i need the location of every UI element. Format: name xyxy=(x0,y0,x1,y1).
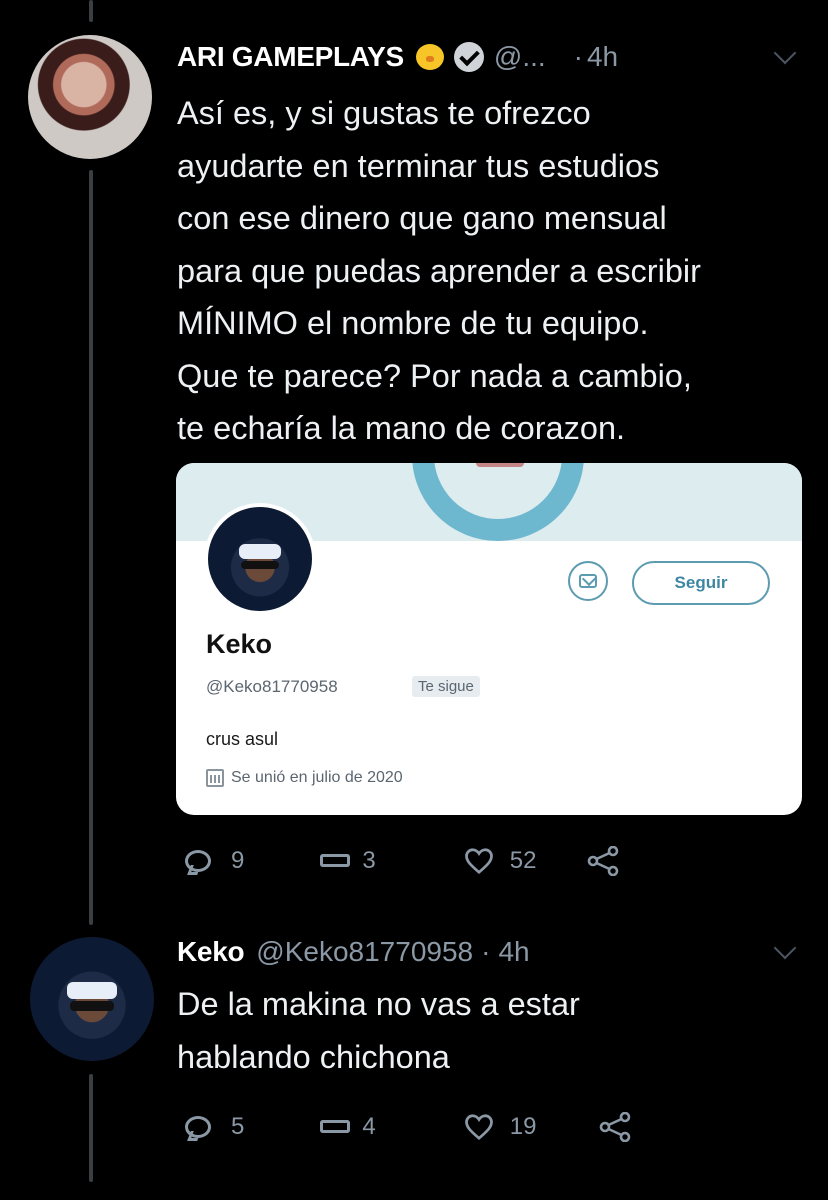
heart-icon xyxy=(464,847,494,875)
text-line: ayudarte en terminar tus estudios xyxy=(177,147,660,184)
like-action[interactable]: 52 xyxy=(464,847,537,875)
profile-handle: @Keko81770958 xyxy=(206,677,338,696)
tweet-time[interactable]: 4h xyxy=(498,936,529,968)
reply-icon xyxy=(185,1116,211,1138)
tweet2-text: De la makina no vas a estar hablando chi… xyxy=(177,978,580,1083)
profile-bio: crus asul xyxy=(206,729,279,749)
avatar-keko[interactable] xyxy=(30,937,154,1061)
reply-count: 9 xyxy=(231,847,245,874)
heart-icon xyxy=(464,1113,494,1141)
separator-dot: · xyxy=(481,936,491,967)
separator-dot: · xyxy=(573,41,583,72)
calendar-icon xyxy=(206,769,224,787)
retweet-action[interactable]: 4 xyxy=(320,1113,376,1141)
envelope-icon xyxy=(579,574,597,588)
message-button[interactable] xyxy=(568,561,608,601)
text-line: hablando chichona xyxy=(177,1038,450,1075)
tweet2-header: Keko @Keko81770958 · 4h xyxy=(177,936,530,968)
tweet2-actions: 5 4 19 xyxy=(185,1112,632,1142)
retweet-count: 3 xyxy=(362,847,376,874)
joined-text: Se unió en julio de 2020 xyxy=(231,769,403,786)
tweet-time[interactable]: 4h xyxy=(587,41,618,73)
profile-name: Keko xyxy=(206,629,273,659)
author-name[interactable]: Keko xyxy=(177,936,245,968)
tweet1-text: Así es, y si gustas te ofrezco ayudarte … xyxy=(177,87,701,455)
retweet-count: 4 xyxy=(362,1113,376,1140)
embedded-profile-card[interactable]: Seguir Keko @Keko81770958 Te sigue crus … xyxy=(176,463,802,815)
thread-line-middle xyxy=(89,170,93,925)
like-action[interactable]: 19 xyxy=(464,1113,537,1141)
like-count: 52 xyxy=(509,847,537,874)
share-icon xyxy=(598,1112,632,1142)
text-line: De la makina no vas a estar xyxy=(177,986,580,1022)
author-handle[interactable]: @Keko81770958 xyxy=(256,936,473,968)
thread-line-top xyxy=(89,0,93,22)
chick-emoji-icon xyxy=(412,40,448,74)
reply-count: 5 xyxy=(231,1113,245,1140)
tweet1-header: ARI GAMEPLAYS @... · 4h xyxy=(177,40,618,74)
text-line: con ese dinero que gano mensual xyxy=(177,200,667,236)
share-action[interactable] xyxy=(598,1112,632,1142)
follows-you-badge: Te sigue xyxy=(412,676,480,697)
chevron-down-icon[interactable] xyxy=(773,936,797,960)
retweet-action[interactable]: 3 xyxy=(320,847,376,875)
retweet-icon xyxy=(320,851,351,871)
profile-joined: Se unió en julio de 2020 xyxy=(206,769,403,787)
text-line: Que te parece? Por nada a cambio, xyxy=(177,357,692,394)
reply-icon xyxy=(185,850,211,872)
like-count: 19 xyxy=(509,1113,537,1140)
text-line: te echaría la mano de corazon. xyxy=(177,410,626,446)
reply-action[interactable]: 9 xyxy=(185,847,244,875)
tweet1-actions: 9 3 52 xyxy=(185,846,620,876)
avatar-ari-gameplays[interactable] xyxy=(28,35,152,159)
thread-line-bottom xyxy=(89,1074,93,1182)
text-line: Así es, y si gustas te ofrezco xyxy=(177,95,591,131)
reply-action[interactable]: 5 xyxy=(185,1113,244,1141)
share-icon xyxy=(586,846,620,876)
share-action[interactable] xyxy=(586,846,620,876)
author-handle[interactable]: @... xyxy=(494,41,546,73)
author-name[interactable]: ARI GAMEPLAYS xyxy=(177,41,404,73)
follow-button[interactable]: Seguir xyxy=(632,561,770,605)
text-line: MÍNIMO el nombre de tu equipo. xyxy=(177,305,649,341)
profile-avatar xyxy=(204,503,316,615)
verified-badge-icon xyxy=(453,42,484,72)
retweet-icon xyxy=(320,1117,351,1137)
text-line: para que puedas aprender a escribir xyxy=(177,252,701,289)
chevron-down-icon[interactable] xyxy=(773,41,797,65)
